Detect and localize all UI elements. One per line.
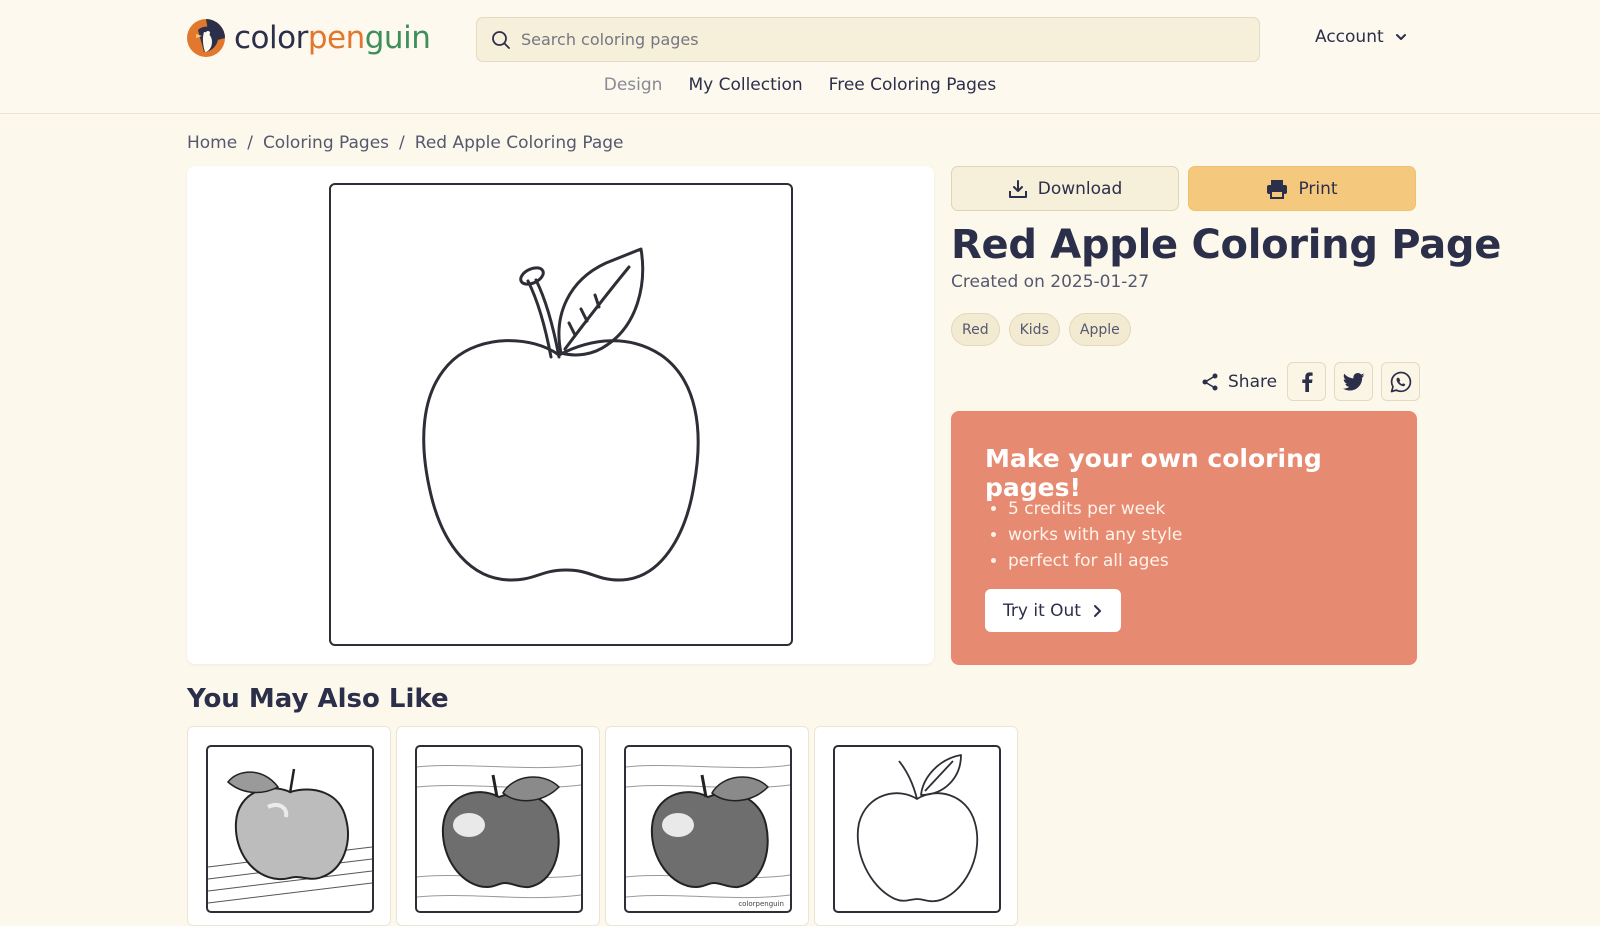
promo-title: Make your own coloring pages! xyxy=(985,444,1322,502)
related-item[interactable] xyxy=(814,726,1018,926)
share-twitter-button[interactable] xyxy=(1334,362,1374,401)
promo-feature: perfect for all ages xyxy=(1008,548,1182,574)
twitter-icon xyxy=(1342,372,1365,391)
share-whatsapp-button[interactable] xyxy=(1381,362,1421,401)
share-label: Share xyxy=(1228,371,1278,392)
coloring-page-image xyxy=(329,183,793,646)
related-item[interactable] xyxy=(396,726,600,926)
search-icon xyxy=(492,30,510,49)
account-label: Account xyxy=(1315,27,1384,47)
related-thumbnails: colorpenguin xyxy=(187,726,1018,926)
related-item-image: colorpenguin xyxy=(624,745,792,913)
logo-text-guin: guin xyxy=(364,20,431,56)
nav-item-design[interactable]: Design xyxy=(604,75,663,95)
related-item[interactable]: colorpenguin xyxy=(605,726,809,926)
logo-text-color: color xyxy=(234,20,308,56)
logo-text-pen: pen xyxy=(307,20,365,56)
breadcrumb: Home / Coloring Pages / Red Apple Colori… xyxy=(187,133,624,153)
download-button[interactable]: Download xyxy=(951,166,1179,211)
breadcrumb-separator: / xyxy=(247,133,253,153)
breadcrumb-home[interactable]: Home xyxy=(187,133,237,153)
chevron-down-icon xyxy=(1395,34,1406,40)
facebook-icon xyxy=(1301,371,1313,392)
site-header: colorpenguin Account Design My Collectio… xyxy=(0,0,1600,114)
search-input[interactable] xyxy=(521,30,1221,49)
tag-apple[interactable]: Apple xyxy=(1068,313,1131,346)
print-button[interactable]: Print xyxy=(1188,166,1416,211)
related-item-image xyxy=(415,745,583,913)
share-icon xyxy=(1202,373,1218,390)
promo-feature: works with any style xyxy=(1008,522,1182,548)
sketched-apple-thumbnail xyxy=(208,768,372,904)
print-label: Print xyxy=(1298,178,1338,199)
apple-line-art xyxy=(422,247,700,582)
page-title: Red Apple Coloring Page xyxy=(951,222,1502,268)
related-item[interactable] xyxy=(187,726,391,926)
printer-icon xyxy=(1267,179,1288,199)
download-icon xyxy=(1008,179,1027,198)
whatsapp-icon xyxy=(1390,371,1411,392)
breadcrumb-current: Red Apple Coloring Page xyxy=(414,133,624,153)
chevron-right-icon xyxy=(1093,604,1101,617)
download-label: Download xyxy=(1037,178,1123,199)
coloring-page-preview xyxy=(187,166,934,664)
tag-red[interactable]: Red xyxy=(951,313,1000,346)
promo-banner: Make your own coloring pages! 5 credits … xyxy=(951,411,1417,665)
try-it-out-button[interactable]: Try it Out xyxy=(985,589,1121,632)
thumbnail-watermark: colorpenguin xyxy=(738,900,784,908)
shaded-apple-thumbnail xyxy=(417,764,581,899)
tag-kids[interactable]: Kids xyxy=(1008,313,1060,346)
try-it-out-label: Try it Out xyxy=(1003,600,1081,621)
logo[interactable]: colorpenguin xyxy=(186,18,431,58)
promo-feature-list: 5 credits per week works with any style … xyxy=(1008,496,1182,574)
logo-wordmark: colorpenguin xyxy=(234,18,431,58)
breadcrumb-separator: / xyxy=(399,133,405,153)
search-bar[interactable] xyxy=(476,17,1260,62)
nav-item-free-coloring-pages[interactable]: Free Coloring Pages xyxy=(829,75,997,95)
related-section-title: You May Also Like xyxy=(187,684,449,714)
related-item-image xyxy=(206,745,374,913)
share-facebook-button[interactable] xyxy=(1287,362,1327,401)
created-date: Created on 2025-01-27 xyxy=(951,272,1150,292)
breadcrumb-coloring-pages[interactable]: Coloring Pages xyxy=(263,133,389,153)
penguin-logo-icon xyxy=(187,19,225,57)
nav-item-my-collection[interactable]: My Collection xyxy=(688,75,802,95)
main-nav: Design My Collection Free Coloring Pages xyxy=(0,75,1600,95)
related-item-image xyxy=(833,745,1001,913)
share-bar: Share xyxy=(1200,362,1421,401)
tag-list: Red Kids Apple xyxy=(951,313,1131,346)
account-menu[interactable]: Account xyxy=(1315,27,1408,47)
share-button[interactable]: Share xyxy=(1200,372,1277,392)
outline-apple-thumbnail xyxy=(856,754,979,903)
shaded-apple-thumbnail xyxy=(626,764,790,899)
promo-feature: 5 credits per week xyxy=(1008,496,1182,522)
